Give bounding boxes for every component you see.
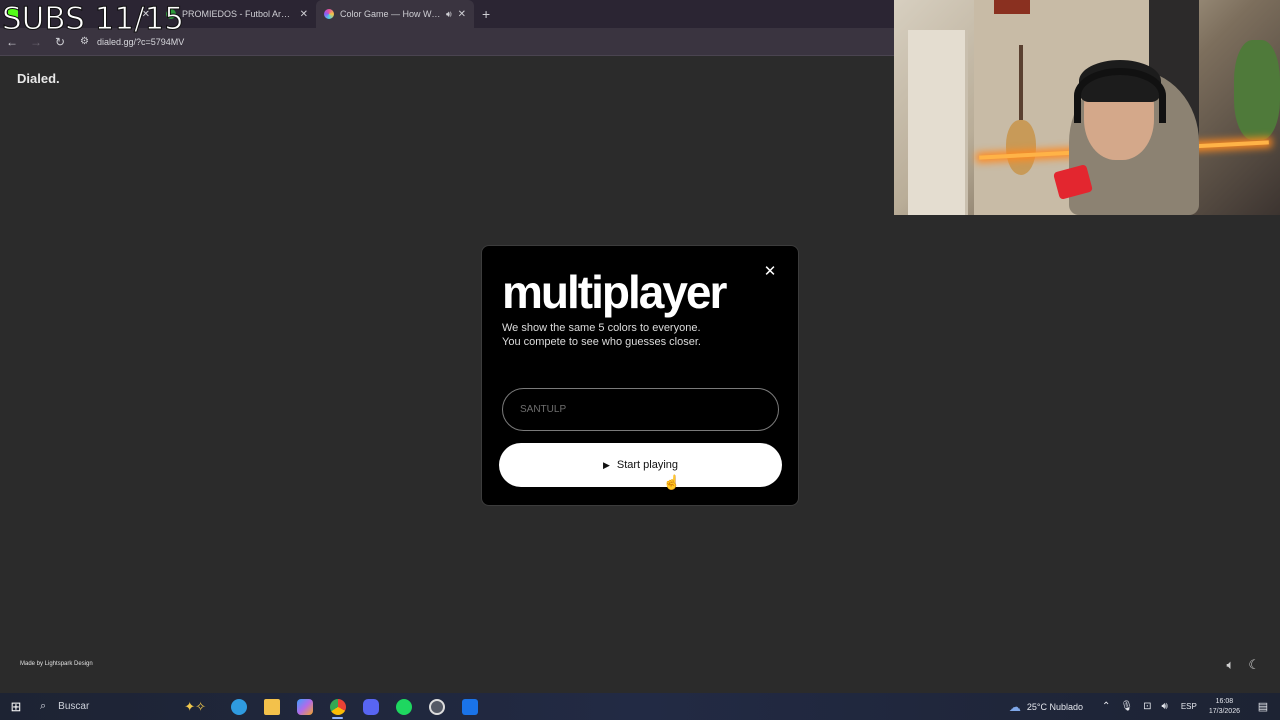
speaker-icon[interactable]: 🔊︎	[446, 9, 452, 20]
tab-title: Color Game — How Well Ca	[340, 9, 442, 19]
weather-text: 25°C Nublado	[1026, 701, 1084, 712]
modal-title: multiplayer	[502, 266, 727, 318]
chrome-icon[interactable]	[321, 693, 354, 720]
moon-icon[interactable]: ☾	[1248, 657, 1260, 673]
taskbar-apps	[222, 693, 486, 720]
clock-date: 17/3/2026	[1208, 707, 1240, 715]
windows-taskbar: ⊞ ⌕ Buscar ✦✧ ☁ 25°C Nublado ⌃ 🎙︎ ⊡ 🔊︎ E…	[0, 693, 1280, 720]
multiplayer-modal: ✕ multiplayer We show the same 5 colors …	[481, 245, 799, 506]
search-label: Buscar	[58, 701, 90, 712]
close-tab-icon[interactable]: ✕	[458, 9, 466, 20]
webcam-door	[908, 30, 968, 215]
play-icon: ▶	[602, 459, 610, 470]
tab-title: PROMIEDOS - Futbol Argentino	[182, 9, 294, 19]
webcam-plant	[1234, 40, 1280, 140]
tab-color-game[interactable]: Color Game — How Well Ca 🔊︎ ✕	[316, 0, 474, 28]
microphone-icon[interactable]: 🎙︎	[1120, 701, 1133, 712]
chevron-up-icon[interactable]: ⌃	[1102, 701, 1110, 712]
description-line-2: You compete to see who guesses closer.	[502, 336, 701, 348]
spotify-icon[interactable]	[387, 693, 420, 720]
webcam-guitar	[1006, 45, 1036, 180]
color-game-favicon-icon	[324, 9, 334, 19]
clock[interactable]: 16:08 17/3/2026	[1209, 697, 1240, 717]
clock-time: 16:08	[1215, 697, 1234, 705]
webcam-picture-frame	[994, 0, 1030, 14]
webcam-headphones	[1074, 68, 1166, 123]
copilot-icon[interactable]	[288, 693, 321, 720]
file-explorer-icon[interactable]	[255, 693, 288, 720]
search-icon: ⌕	[40, 700, 47, 712]
modal-description: We show the same 5 colors to everyone. Y…	[502, 321, 772, 349]
notification-icon[interactable]: ▤	[1252, 700, 1274, 713]
cloud-icon: ☁	[1008, 699, 1021, 714]
close-tab-icon[interactable]: ✕	[300, 9, 308, 20]
start-playing-label: Start playing	[616, 459, 679, 471]
description-line-1: We show the same 5 colors to everyone.	[502, 322, 701, 334]
player-name-input[interactable]	[502, 388, 779, 431]
discord-icon[interactable]	[354, 693, 387, 720]
hand-cursor-icon: ☝	[663, 474, 681, 490]
plus-icon[interactable]: +	[482, 6, 490, 22]
site-logo[interactable]: Dialed.	[17, 71, 60, 86]
taskbar-search[interactable]: ⌕ Buscar ✦✧	[32, 693, 212, 720]
language-indicator[interactable]: ESP	[1181, 702, 1197, 711]
webcam-feed	[894, 0, 1280, 215]
subs-overlay: SUBS 11/15	[2, 1, 185, 38]
start-playing-button[interactable]: ▶ Start playing	[499, 443, 782, 487]
page-controls: 🔈︎ ☾	[1227, 657, 1260, 673]
windows-start-icon[interactable]: ⊞	[0, 699, 32, 715]
weather-widget[interactable]: ☁ 25°C Nublado	[1009, 700, 1083, 714]
network-icon[interactable]: ⊡	[1143, 701, 1151, 712]
obs-icon[interactable]	[420, 693, 453, 720]
sparkle-icon: ✦✧	[184, 698, 206, 714]
volume-icon[interactable]: 🔊︎	[1162, 701, 1168, 712]
edge-icon[interactable]	[222, 693, 255, 720]
sound-icon[interactable]: 🔈︎	[1227, 657, 1235, 673]
close-icon[interactable]: ✕	[762, 264, 778, 280]
made-by-credit[interactable]: Made by Lightspark Design	[20, 661, 93, 667]
url-text: dialed.gg/?c=5794MV	[96, 36, 185, 47]
system-tray: ☁ 25°C Nublado ⌃ 🎙︎ ⊡ 🔊︎ ESP 16:08 17/3/…	[1009, 693, 1280, 720]
outlook-icon[interactable]	[453, 693, 486, 720]
